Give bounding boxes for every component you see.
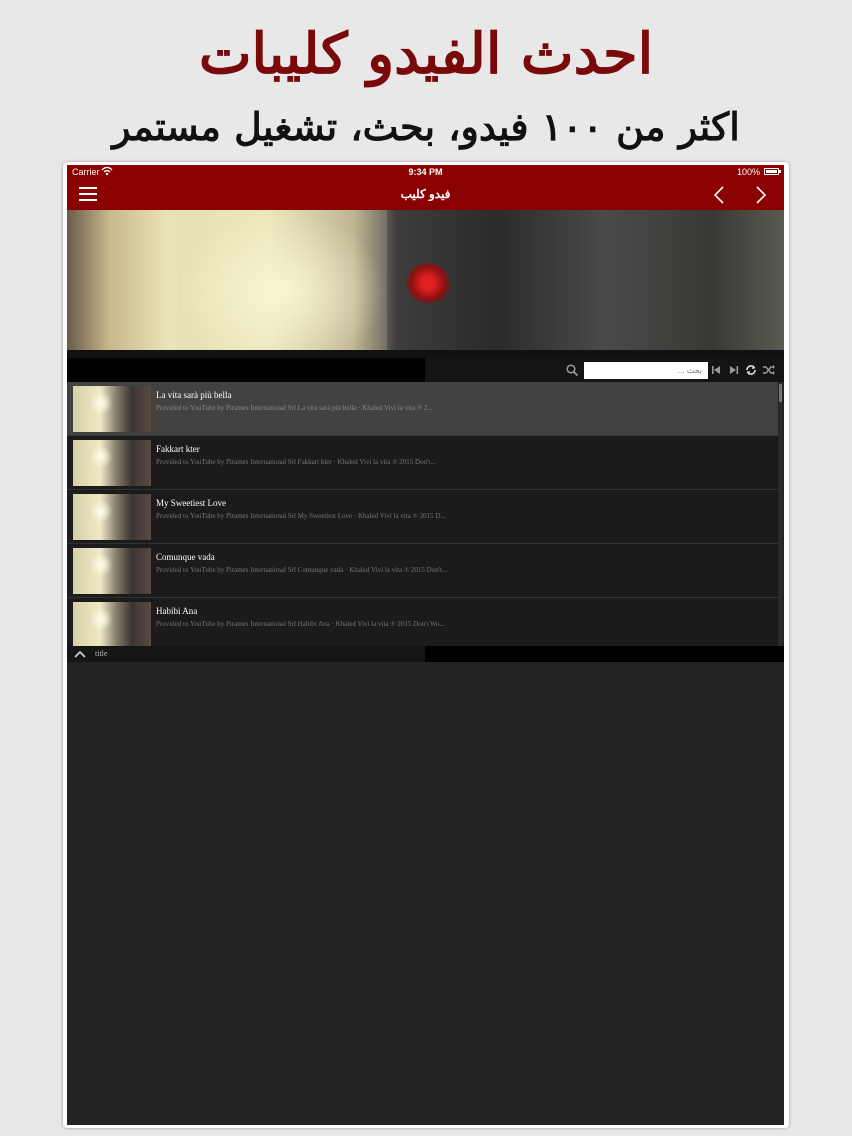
bottom-bar: title	[67, 646, 784, 662]
promo-subheadline: اكثر من ١٠٠ فيدو، بحث، تشغيل مستمر	[112, 104, 740, 149]
player-toolbar	[67, 358, 784, 382]
list-item[interactable]: Habibi Ana Provided to YouTube by Pirame…	[67, 598, 778, 646]
skip-next-icon[interactable]	[727, 363, 741, 377]
search-icon[interactable]	[565, 363, 579, 377]
video-title: Habibi Ana	[156, 606, 198, 616]
list-item[interactable]: La vita sarà più bella Provided to YouTu…	[67, 382, 778, 436]
page-title: فيدو كليب	[400, 187, 451, 201]
shuffle-icon[interactable]	[762, 363, 776, 377]
list-item[interactable]: Fakkart kter Provided to YouTube by Pira…	[67, 436, 778, 490]
video-title: Fakkart kter	[156, 444, 200, 454]
video-thumbnail	[73, 494, 151, 540]
video-list: La vita sarà più bella Provided to YouTu…	[67, 382, 778, 646]
battery-percent: 100%	[736, 167, 760, 177]
chevron-right-icon[interactable]	[749, 184, 771, 206]
video-description: Provided to YouTube by Pirames Internati…	[156, 458, 436, 466]
status-bar: Carrier 9:34 PM 100%	[67, 165, 784, 179]
repeat-icon[interactable]	[744, 363, 758, 377]
promo-headline: احدث الفيدو كليبات	[198, 21, 654, 87]
list-scrollbar[interactable]	[779, 382, 782, 646]
video-title: La vita sarà più bella	[156, 390, 232, 400]
video-thumbnail	[73, 440, 151, 486]
scrollbar-thumb[interactable]	[779, 384, 782, 402]
chevron-up-icon[interactable]	[73, 648, 87, 660]
video-title: My Sweetiest Love	[156, 498, 226, 508]
app-screen: Carrier 9:34 PM 100% فيدو كليب بحث ... L…	[67, 165, 784, 1125]
video-thumbnail	[73, 602, 151, 646]
video-thumbnail	[73, 548, 151, 594]
status-time: 9:34 PM	[408, 167, 443, 177]
list-item[interactable]: Comunque vada Provided to YouTube by Pir…	[67, 544, 778, 598]
search-input[interactable]	[584, 362, 708, 379]
hamburger-icon[interactable]	[79, 187, 97, 203]
list-item[interactable]: My Sweetiest Love Provided to YouTube by…	[67, 490, 778, 544]
video-player[interactable]	[67, 210, 784, 358]
video-description: Provided to YouTube by Pirames Internati…	[156, 512, 446, 520]
video-description: Provided to YouTube by Pirames Internati…	[156, 404, 433, 412]
chevron-left-icon[interactable]	[709, 184, 731, 206]
video-description: Provided to YouTube by Pirames Internati…	[156, 620, 445, 628]
video-title: Comunque vada	[156, 552, 215, 562]
battery-icon	[764, 168, 781, 175]
video-description: Provided to YouTube by Pirames Internati…	[156, 566, 448, 574]
video-thumbnail	[73, 386, 151, 432]
nav-bar: فيدو كليب	[67, 179, 784, 210]
skip-previous-icon[interactable]	[709, 363, 723, 377]
now-playing-title: title	[95, 649, 108, 658]
tablet-frame: Carrier 9:34 PM 100% فيدو كليب بحث ... L…	[63, 162, 789, 1128]
